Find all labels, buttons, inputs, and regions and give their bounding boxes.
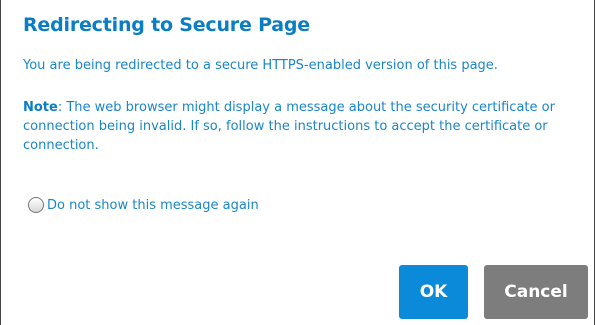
note-paragraph: Note: The web browser might display a me… (23, 98, 578, 155)
cancel-button[interactable]: Cancel (484, 265, 588, 319)
redirect-message: You are being redirected to a secure HTT… (23, 58, 498, 73)
do-not-show-again-checkbox-row[interactable]: Do not show this message again (28, 195, 259, 215)
redirect-dialog: Redirecting to Secure Page You are being… (0, 0, 595, 325)
note-text: : The web browser might display a messag… (23, 100, 555, 153)
ok-button[interactable]: OK (399, 265, 468, 319)
dialog-title: Redirecting to Secure Page (23, 14, 310, 36)
do-not-show-again-label[interactable]: Do not show this message again (47, 198, 259, 213)
do-not-show-again-checkbox[interactable] (28, 197, 44, 213)
note-label: Note (23, 100, 58, 115)
